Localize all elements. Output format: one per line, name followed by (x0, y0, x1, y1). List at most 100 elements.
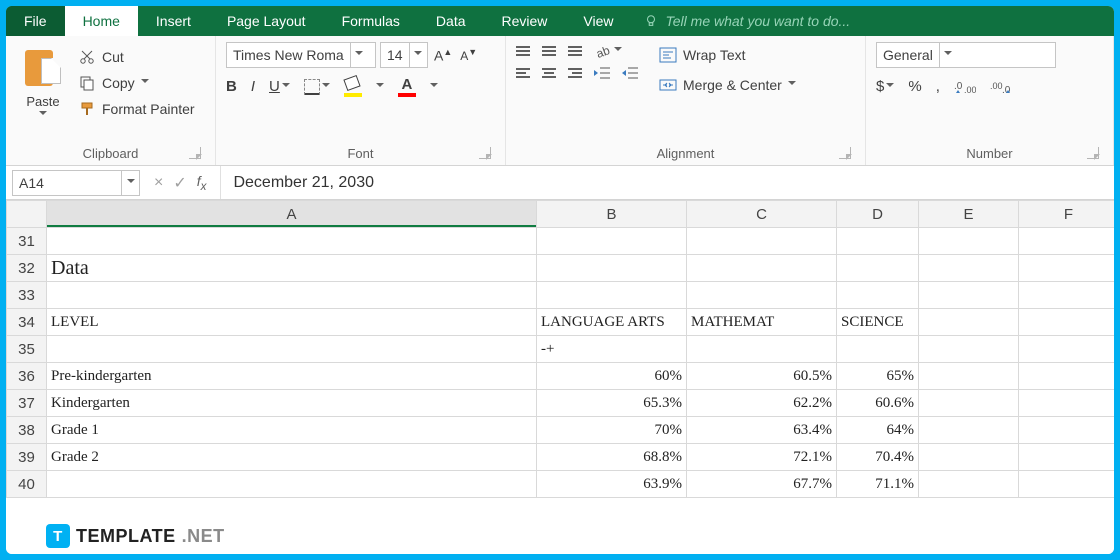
merge-center-button[interactable]: Merge & Center (652, 74, 803, 96)
cell[interactable] (1019, 390, 1115, 417)
cell[interactable] (1019, 282, 1115, 309)
font-name-combo[interactable]: Times New Roma (226, 42, 376, 68)
cell[interactable] (1019, 417, 1115, 444)
cell[interactable]: LEVEL (47, 309, 537, 336)
align-bottom-button[interactable] (568, 46, 582, 56)
cell[interactable] (537, 228, 687, 255)
bold-button[interactable]: B (226, 78, 237, 95)
col-header-B[interactable]: B (537, 201, 687, 228)
paste-button[interactable]: Paste (16, 42, 70, 142)
cell[interactable] (1019, 228, 1115, 255)
format-painter-button[interactable]: Format Painter (78, 100, 195, 118)
cell[interactable]: -+ (537, 336, 687, 363)
cell[interactable] (687, 336, 837, 363)
cell[interactable] (687, 228, 837, 255)
borders-button[interactable] (304, 79, 330, 95)
tab-file[interactable]: File (6, 6, 65, 36)
tab-view[interactable]: View (565, 6, 631, 36)
cell[interactable] (837, 336, 919, 363)
col-header-D[interactable]: D (837, 201, 919, 228)
cell[interactable]: 70.4% (837, 444, 919, 471)
cell[interactable] (537, 255, 687, 282)
cell[interactable]: 65% (837, 363, 919, 390)
row-header[interactable]: 36 (7, 363, 47, 390)
increase-font-button[interactable]: A▲ (432, 45, 454, 66)
wrap-text-button[interactable]: Wrap Text (652, 44, 803, 66)
cell[interactable]: Grade 2 (47, 444, 537, 471)
row-header[interactable]: 38 (7, 417, 47, 444)
cell[interactable] (919, 282, 1019, 309)
dialog-launcher-icon[interactable] (189, 147, 201, 159)
cell[interactable]: 65.3% (537, 390, 687, 417)
cell[interactable] (837, 282, 919, 309)
tab-page-layout[interactable]: Page Layout (209, 6, 324, 36)
font-color-button[interactable]: A (398, 76, 416, 97)
col-header-C[interactable]: C (687, 201, 837, 228)
cell[interactable] (47, 336, 537, 363)
cell[interactable] (47, 282, 537, 309)
cell[interactable] (47, 228, 537, 255)
cell[interactable]: 63.4% (687, 417, 837, 444)
cell[interactable]: 68.8% (537, 444, 687, 471)
underline-button[interactable]: U (269, 78, 290, 95)
fx-icon[interactable]: fx (197, 173, 207, 193)
dialog-launcher-icon[interactable] (839, 147, 851, 159)
row-header[interactable]: 33 (7, 282, 47, 309)
tab-insert[interactable]: Insert (138, 6, 209, 36)
decrease-indent-button[interactable] (594, 66, 610, 80)
col-header-F[interactable]: F (1019, 201, 1115, 228)
font-size-combo[interactable]: 14 (380, 42, 428, 68)
row-header[interactable]: 32 (7, 255, 47, 282)
tab-formulas[interactable]: Formulas (324, 6, 418, 36)
tab-data[interactable]: Data (418, 6, 484, 36)
row-header[interactable]: 34 (7, 309, 47, 336)
copy-button[interactable]: Copy (78, 74, 195, 92)
row-header[interactable]: 39 (7, 444, 47, 471)
align-right-button[interactable] (568, 68, 582, 78)
cell[interactable]: Grade 1 (47, 417, 537, 444)
cell[interactable]: LANGUAGE ARTS (537, 309, 687, 336)
spreadsheet-grid[interactable]: A B C D E F 3132Data3334LEVELLANGUAGE AR… (6, 200, 1114, 554)
cell[interactable] (537, 282, 687, 309)
cell[interactable] (919, 228, 1019, 255)
cell[interactable] (1019, 336, 1115, 363)
tab-review[interactable]: Review (484, 6, 566, 36)
decrease-font-button[interactable]: A▼ (458, 45, 479, 65)
row-header[interactable]: 37 (7, 390, 47, 417)
select-all-corner[interactable] (7, 201, 47, 228)
cell[interactable] (919, 471, 1019, 498)
italic-button[interactable]: I (251, 78, 255, 95)
cell[interactable] (837, 228, 919, 255)
col-header-E[interactable]: E (919, 201, 1019, 228)
cell[interactable]: Kindergarten (47, 390, 537, 417)
tell-me-search[interactable]: Tell me what you want to do... (632, 6, 1115, 36)
cell[interactable]: 64% (837, 417, 919, 444)
dialog-launcher-icon[interactable] (1087, 147, 1099, 159)
increase-indent-button[interactable] (622, 66, 638, 80)
cell[interactable] (837, 255, 919, 282)
cell[interactable]: 70% (537, 417, 687, 444)
percent-format-button[interactable]: % (908, 78, 921, 95)
cell[interactable] (919, 336, 1019, 363)
cell[interactable] (687, 255, 837, 282)
cell[interactable] (1019, 363, 1115, 390)
row-header[interactable]: 31 (7, 228, 47, 255)
cell[interactable]: 71.1% (837, 471, 919, 498)
cell[interactable] (1019, 471, 1115, 498)
cell[interactable] (919, 255, 1019, 282)
align-middle-button[interactable] (542, 46, 556, 56)
align-left-button[interactable] (516, 68, 530, 78)
cell[interactable]: 60.5% (687, 363, 837, 390)
enter-formula-button[interactable]: ✓ (173, 173, 186, 193)
cell[interactable]: 63.9% (537, 471, 687, 498)
cell[interactable] (919, 444, 1019, 471)
cell[interactable] (1019, 444, 1115, 471)
chevron-down-icon[interactable] (430, 83, 438, 91)
cell[interactable]: 60.6% (837, 390, 919, 417)
cut-button[interactable]: Cut (78, 48, 195, 66)
cell[interactable]: 60% (537, 363, 687, 390)
cell[interactable] (47, 471, 537, 498)
cell[interactable]: Data (47, 255, 537, 282)
orientation-button[interactable]: ab (594, 42, 622, 60)
fill-color-button[interactable] (344, 77, 362, 97)
